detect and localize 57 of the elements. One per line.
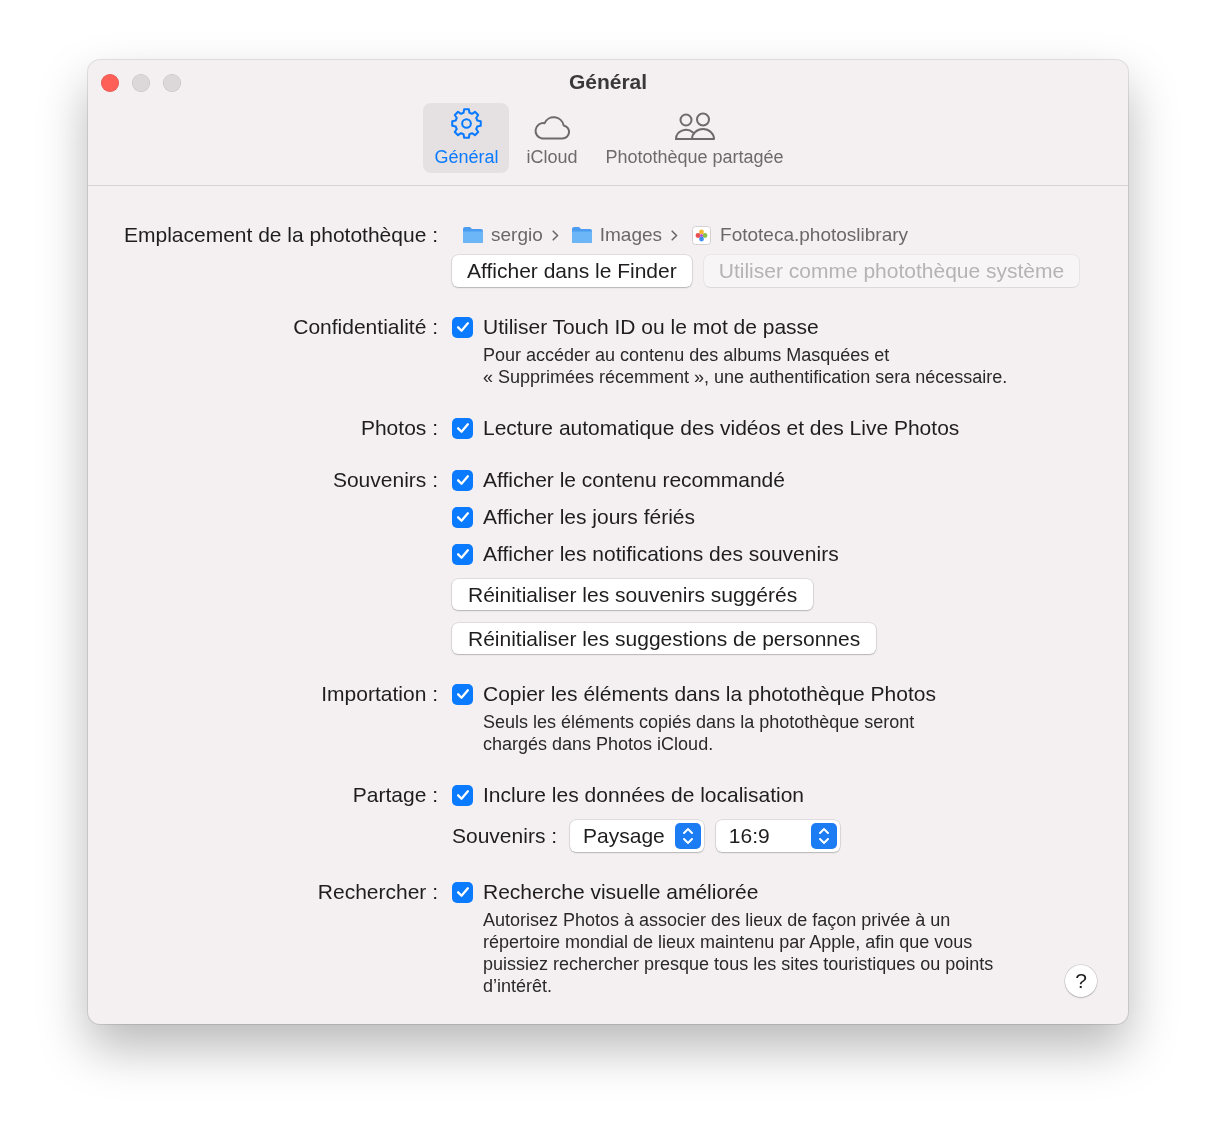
checkbox-label: Afficher les jours fériés xyxy=(483,505,696,529)
tab[interactable]: iCloud xyxy=(515,103,589,173)
setting-label: Rechercher : xyxy=(317,880,438,905)
window-title: Général xyxy=(568,69,648,94)
setting-label: Importation : xyxy=(321,682,438,707)
push-button[interactable]: Afficher dans le Finder xyxy=(452,255,692,287)
popup-button[interactable]: Paysage xyxy=(570,820,704,852)
checkbox-label: Utiliser Touch ID ou le mot de passe xyxy=(483,315,819,339)
push-button[interactable]: Réinitialiser les souvenirs suggérés xyxy=(452,579,814,610)
setting-label: Confidentialité : xyxy=(293,315,438,340)
checkmark-icon xyxy=(456,887,469,897)
setting-label: Souvenirs : xyxy=(452,824,558,848)
help-button[interactable]: ? xyxy=(1065,965,1097,997)
description-text: Seuls les éléments copiés dans la photothèque seront chargés dans Photos iCloud. xyxy=(482,711,916,755)
setting-label: Souvenirs : xyxy=(332,468,438,493)
checkbox-label: Recherche visuelle améliorée xyxy=(483,880,759,904)
checkbox[interactable] xyxy=(452,683,473,705)
folder-icon xyxy=(570,226,593,244)
checkbox-label: Afficher les notifications des souvenirs xyxy=(483,542,839,566)
checkmark-icon xyxy=(456,423,469,433)
checkmark-icon xyxy=(456,512,469,522)
checkbox[interactable] xyxy=(452,316,473,338)
checkbox-label: Lecture automatique des vidéos et des Live Photos xyxy=(483,416,960,440)
checkbox[interactable] xyxy=(452,469,473,491)
people-icon xyxy=(673,112,716,140)
path-label: Images xyxy=(599,223,663,247)
checkbox-label: Inclure les données de localisation xyxy=(483,783,805,807)
close-button[interactable] xyxy=(101,73,119,92)
chevron-right-icon xyxy=(671,229,679,241)
setting-label: Emplacement de la photothèque : xyxy=(123,223,438,248)
setting-label: Partage : xyxy=(352,783,438,808)
push-button[interactable]: Réinitialiser les suggestions de personnes xyxy=(452,623,877,654)
up-down-arrows-icon xyxy=(674,823,701,849)
popup-button[interactable]: 16:9 xyxy=(715,820,840,852)
checkmark-icon xyxy=(456,322,469,332)
checkbox-label: Copier les éléments dans la photothèque Photos xyxy=(483,682,936,706)
path-label: sergio xyxy=(491,223,543,247)
description-text: Pour accéder au contenu des albums Masquées et « Supprimées récemment », une authentification sera nécessaire. xyxy=(482,344,1008,388)
path-label: Fototeca.photoslibrary xyxy=(720,223,909,247)
description-text: Autorisez Photos à associer des lieux de façon privée à un répertoire mondial de lieux maintenu par Apple, afin que vous puissiez rechercher presque tous les sites touristiques ou points d’intérêt. xyxy=(482,909,994,997)
checkmark-icon xyxy=(456,689,469,699)
up-down-arrows-icon xyxy=(810,823,837,849)
flower-icon xyxy=(692,225,712,245)
checkbox[interactable] xyxy=(452,506,473,528)
checkbox[interactable] xyxy=(452,417,473,439)
gear-icon xyxy=(449,107,483,140)
tab[interactable]: Photothèque partagée xyxy=(594,103,795,173)
checkmark-icon xyxy=(456,549,469,559)
checkmark-icon xyxy=(456,790,469,800)
checkmark-icon xyxy=(456,475,469,485)
setting-label: Photos : xyxy=(360,416,438,440)
checkbox-label: Afficher le contenu recommandé xyxy=(483,468,785,492)
folder-icon xyxy=(462,226,484,244)
checkbox[interactable] xyxy=(452,881,473,903)
checkbox[interactable] xyxy=(452,784,473,806)
checkbox[interactable] xyxy=(452,543,473,565)
chevron-right-icon xyxy=(551,229,559,241)
